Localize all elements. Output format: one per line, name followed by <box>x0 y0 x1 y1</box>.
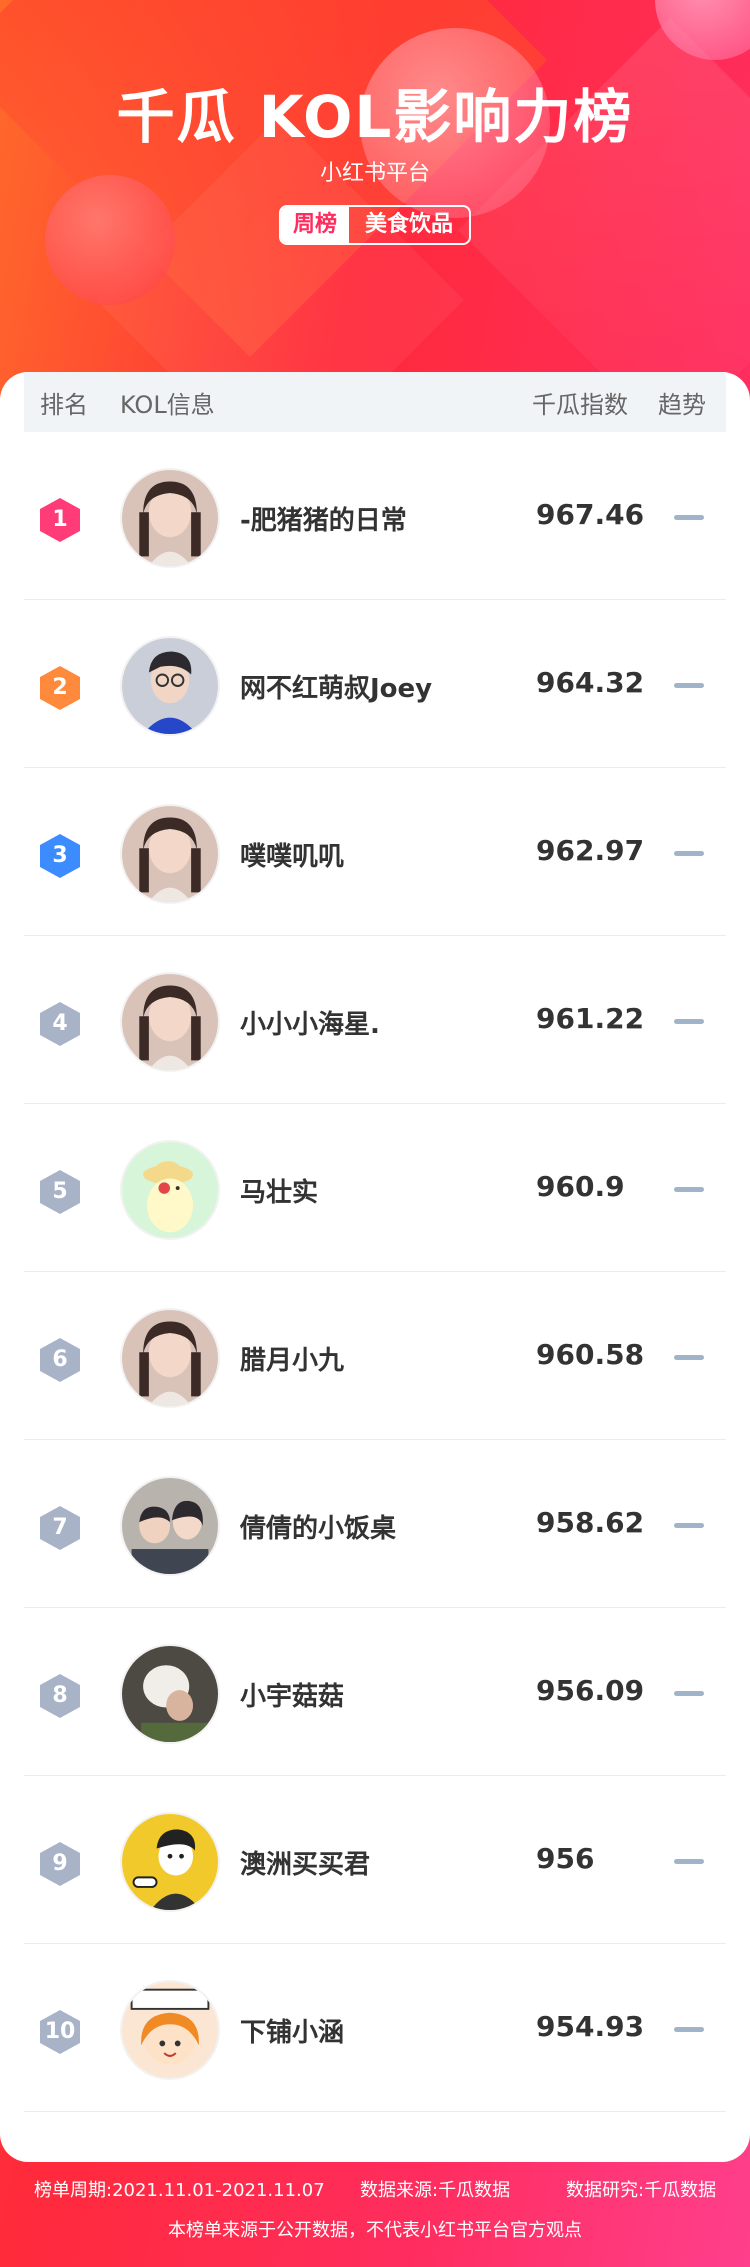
column-rank: 排名 <box>40 390 88 419</box>
trend-flat-icon <box>674 1523 704 1528</box>
kol-name[interactable]: 小宇菇菇 <box>240 1676 344 1713</box>
footer: 榜单周期:2021.11.01-2021.11.07 数据来源:千瓜数据 数据研… <box>0 2162 750 2267</box>
rank-badge: 5 <box>40 1170 80 1214</box>
column-score: 千瓜指数 <box>532 390 628 419</box>
kol-score: 960.9 <box>536 1170 625 1203</box>
rank-badge: 3 <box>40 834 80 878</box>
kol-name[interactable]: 澳洲买买君 <box>240 1844 370 1881</box>
table-row[interactable]: 4 小小小海星. 961.22 <box>24 936 726 1104</box>
column-kol-info: KOL信息 <box>120 390 215 419</box>
kol-avatar[interactable] <box>120 1644 220 1744</box>
tag-period[interactable]: 周榜 <box>280 207 349 243</box>
table-row[interactable]: 6 腊月小九 960.58 <box>24 1272 726 1440</box>
rank-badge: 7 <box>40 1506 80 1550</box>
kol-avatar[interactable] <box>120 1308 220 1408</box>
kol-score: 956.09 <box>536 1674 645 1707</box>
kol-name[interactable]: 下铺小涵 <box>240 2012 344 2049</box>
trend-flat-icon <box>674 515 704 520</box>
kol-avatar[interactable] <box>120 1812 220 1912</box>
kol-score: 956 <box>536 1842 595 1875</box>
kol-score: 964.32 <box>536 666 645 699</box>
kol-score: 961.22 <box>536 1002 645 1035</box>
kol-score: 967.46 <box>536 498 645 531</box>
kol-name[interactable]: 腊月小九 <box>240 1340 344 1377</box>
table-row[interactable]: 5 马壮实 960.9 <box>24 1104 726 1272</box>
kol-avatar[interactable] <box>120 804 220 904</box>
trend-flat-icon <box>674 2027 704 2032</box>
tag-category[interactable]: 美食饮品 <box>349 207 469 243</box>
footer-research: 数据研究:千瓜数据 <box>566 2180 717 2201</box>
table-row[interactable]: 10 下铺小涵 954.93 <box>24 1944 726 2112</box>
kol-avatar[interactable] <box>120 1476 220 1576</box>
kol-avatar[interactable] <box>120 468 220 568</box>
rank-badge: 1 <box>40 498 80 542</box>
trend-flat-icon <box>674 1691 704 1696</box>
ranking-card: 排名 KOL信息 千瓜指数 趋势 1 -肥猪猪的日常 967.46 2 网不红萌叔Joe… <box>0 372 750 2162</box>
trend-flat-icon <box>674 851 704 856</box>
table-row[interactable]: 9 澳洲买买君 956 <box>24 1776 726 1944</box>
trend-flat-icon <box>674 1859 704 1864</box>
column-trend: 趋势 <box>658 390 706 419</box>
table-row[interactable]: 3 噗噗叽叽 962.97 <box>24 768 726 936</box>
ranking-tags: 周榜 美食饮品 <box>278 205 472 245</box>
table-row[interactable]: 2 网不红萌叔Joey 964.32 <box>24 600 726 768</box>
kol-name[interactable]: 网不红萌叔Joey <box>240 668 432 705</box>
decoration-ball <box>45 175 175 305</box>
kol-avatar[interactable] <box>120 1980 220 2080</box>
kol-name[interactable]: -肥猪猪的日常 <box>240 500 407 537</box>
rank-badge: 9 <box>40 1842 80 1886</box>
trend-flat-icon <box>674 683 704 688</box>
kol-name[interactable]: 倩倩的小饭桌 <box>240 1508 396 1545</box>
table-row[interactable]: 8 小宇菇菇 956.09 <box>24 1608 726 1776</box>
kol-score: 960.58 <box>536 1338 645 1371</box>
table-header: 排名 KOL信息 千瓜指数 趋势 <box>24 372 726 432</box>
kol-avatar[interactable] <box>120 636 220 736</box>
kol-name[interactable]: 小小小海星. <box>240 1004 380 1041</box>
rank-badge: 10 <box>40 2010 80 2054</box>
footer-period: 榜单周期:2021.11.01-2021.11.07 <box>34 2180 325 2201</box>
kol-score: 954.93 <box>536 2010 645 2043</box>
rank-badge: 2 <box>40 666 80 710</box>
trend-flat-icon <box>674 1019 704 1024</box>
footer-disclaimer: 本榜单来源于公开数据，不代表小红书平台官方观点 <box>168 2220 582 2241</box>
rank-badge: 6 <box>40 1338 80 1382</box>
kol-score: 958.62 <box>536 1506 645 1539</box>
kol-avatar[interactable] <box>120 1140 220 1240</box>
kol-score: 962.97 <box>536 834 645 867</box>
kol-name[interactable]: 马壮实 <box>240 1172 318 1209</box>
trend-flat-icon <box>674 1355 704 1360</box>
page-title: 千瓜 KOL影响力榜 <box>116 83 634 151</box>
rank-badge: 4 <box>40 1002 80 1046</box>
footer-source: 数据来源:千瓜数据 <box>360 2180 511 2201</box>
rank-badge: 8 <box>40 1674 80 1718</box>
table-row[interactable]: 1 -肥猪猪的日常 967.46 <box>24 432 726 600</box>
trend-flat-icon <box>674 1187 704 1192</box>
ranking-list: 1 -肥猪猪的日常 967.46 2 网不红萌叔Joey 964.32 3 噗噗叽叽 962.9… <box>24 432 726 2112</box>
kol-name[interactable]: 噗噗叽叽 <box>240 836 344 873</box>
header-banner: 千瓜 KOL影响力榜 小红书平台 周榜 美食饮品 <box>0 0 750 380</box>
platform-subtitle: 小红书平台 <box>319 161 430 186</box>
table-row[interactable]: 7 倩倩的小饭桌 958.62 <box>24 1440 726 1608</box>
kol-avatar[interactable] <box>120 972 220 1072</box>
